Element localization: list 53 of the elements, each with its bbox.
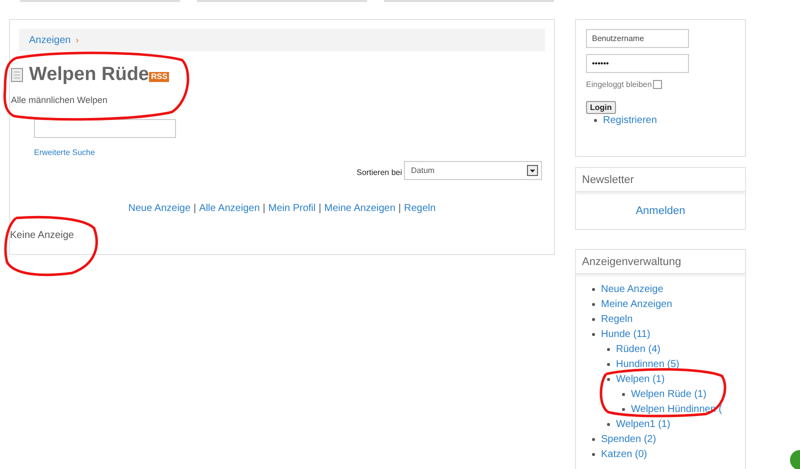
category-link[interactable]: Welpen (1) xyxy=(616,372,665,387)
register-link[interactable]: Registrieren xyxy=(603,115,657,126)
empty-message: Keine Anzeige xyxy=(10,230,75,241)
bullet-icon xyxy=(592,303,595,306)
category-link[interactable]: Welpen Rüde (1) xyxy=(631,387,706,402)
caret-icon xyxy=(527,165,538,176)
bullet-icon xyxy=(607,423,610,426)
bullet-icon xyxy=(622,408,625,411)
bullet-icon xyxy=(594,119,597,122)
bullet-icon xyxy=(592,318,595,321)
username-field[interactable]: Benutzername xyxy=(586,29,689,48)
advanced-search-link[interactable]: Erweiterte Suche xyxy=(34,148,95,157)
bullet-icon xyxy=(622,393,625,396)
category-link[interactable]: Welpen1 (1) xyxy=(616,417,670,432)
category-link[interactable]: Regeln xyxy=(601,312,633,327)
nav-link[interactable]: Mein Profil xyxy=(268,203,316,214)
search-field[interactable] xyxy=(34,119,176,138)
bullet-icon xyxy=(592,453,595,456)
bullet-icon xyxy=(607,378,610,381)
category-link[interactable]: Hundinnen (5) xyxy=(616,357,680,372)
remember-checkbox[interactable] xyxy=(652,80,662,89)
category-link[interactable]: Katzen (0) xyxy=(601,447,648,462)
link-divider: | xyxy=(398,203,402,214)
category-link[interactable]: Hunde (11) xyxy=(601,327,650,342)
nav-link[interactable]: Regeln xyxy=(404,203,436,214)
breadcrumb-separator: › xyxy=(76,35,79,45)
link-divider: | xyxy=(194,203,196,214)
remember-label: Eingeloggt bleiben xyxy=(586,80,652,89)
sort-label: Sortieren bei xyxy=(356,168,402,176)
description: Alle männlichen Welpen xyxy=(11,95,108,105)
rss-badge[interactable]: RSS xyxy=(149,72,170,82)
password-field[interactable]: •••••• xyxy=(586,54,689,73)
sort-dropdown[interactable]: Datum xyxy=(404,161,542,180)
bullet-icon xyxy=(592,438,595,441)
subscribe-link[interactable]: Anmelden xyxy=(636,204,686,216)
panel-title: Anzeigenverwaltung xyxy=(576,250,745,274)
nav-link[interactable]: Meine Anzeigen xyxy=(324,203,396,214)
nav-link[interactable]: Alle Anzeigen xyxy=(199,203,260,214)
bullet-icon xyxy=(592,288,595,291)
bullet-icon xyxy=(607,363,610,366)
category-link[interactable]: Neue Anzeige xyxy=(601,282,664,297)
category-link[interactable]: Rüden (4) xyxy=(616,342,660,357)
panel-title: Newsletter xyxy=(576,168,745,192)
nav-link[interactable]: Neue Anzeige xyxy=(128,203,191,214)
link-divider: | xyxy=(318,203,322,214)
page-title: Welpen Rüde xyxy=(29,64,149,86)
category-link[interactable]: Meine Anzeigen xyxy=(601,297,672,312)
breadcrumb-link[interactable]: Anzeigen xyxy=(29,34,71,46)
login-button[interactable]: Login xyxy=(586,101,616,114)
bullet-icon xyxy=(592,333,595,336)
bullet-icon xyxy=(607,348,610,351)
link-divider: | xyxy=(262,203,266,214)
category-link[interactable]: Spenden (2) xyxy=(601,432,656,447)
